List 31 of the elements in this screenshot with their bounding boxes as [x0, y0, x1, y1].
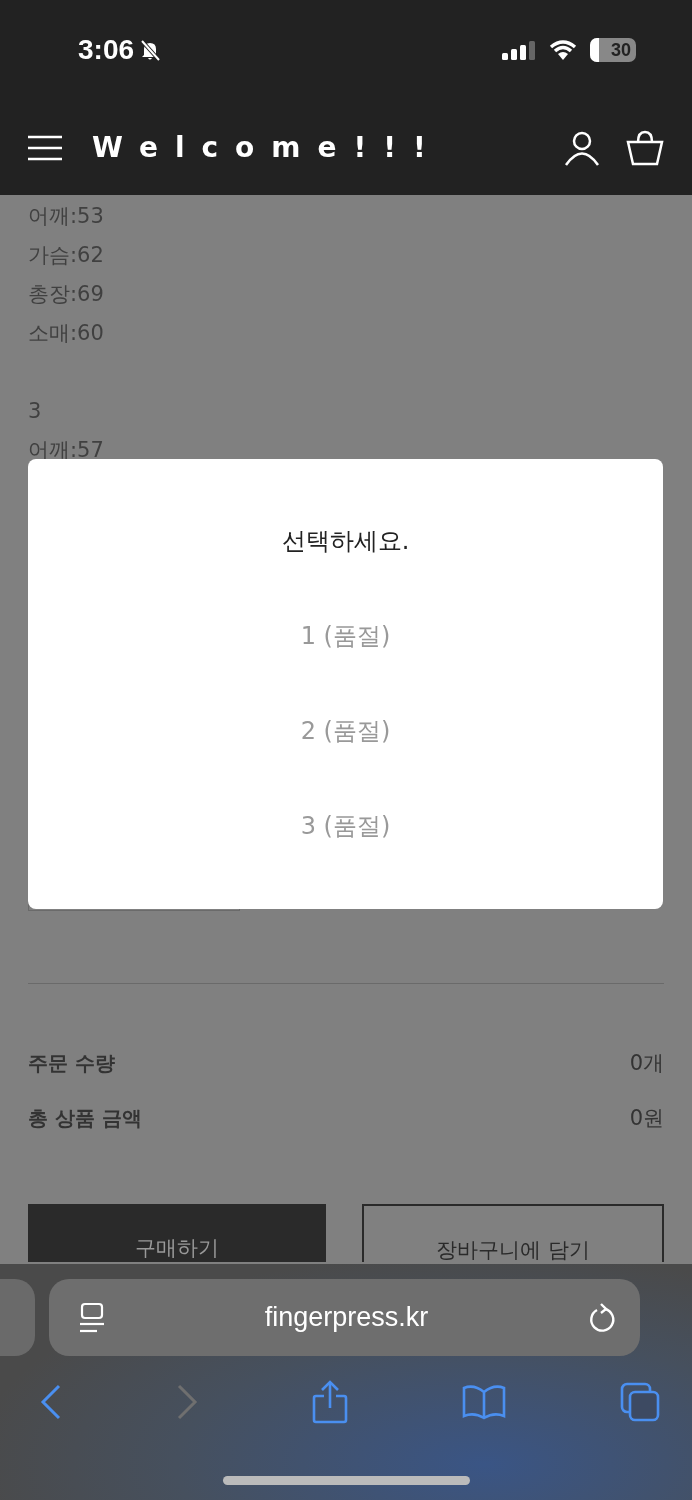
page-menu-icon[interactable] — [79, 1301, 105, 1334]
buy-button[interactable]: 구매하기 — [28, 1204, 326, 1262]
size-text: 소매:60 — [28, 320, 105, 347]
user-icon[interactable] — [564, 129, 600, 166]
size-text: 가슴:62 — [28, 242, 105, 269]
summary-value: 0개 — [629, 1050, 664, 1077]
size-text: 어깨:53 — [28, 203, 105, 230]
summary-value: 0원 — [629, 1105, 664, 1132]
battery-icon: 30 — [590, 38, 636, 62]
reload-icon[interactable] — [588, 1302, 616, 1333]
address-bar[interactable]: fingerpress.kr — [49, 1279, 640, 1356]
size-text: 3 — [28, 398, 43, 425]
tabs-icon[interactable] — [620, 1382, 660, 1422]
dialog-title: 선택하세요. — [281, 526, 410, 557]
clock-time: 3:06 — [78, 34, 135, 66]
book-icon[interactable] — [462, 1384, 506, 1420]
summary-label: 주문 수량 — [28, 1049, 115, 1077]
summary-label: 총 상품 금액 — [28, 1104, 142, 1132]
url-text: fingerpress.kr — [264, 1302, 429, 1333]
shopping-bag-icon[interactable] — [626, 129, 664, 166]
tab-pill[interactable] — [0, 1279, 35, 1356]
size-text: 어깨:57 — [28, 437, 105, 464]
size-text: 총장:69 — [28, 281, 105, 308]
add-to-cart-button[interactable]: 장바구니에 담기 — [362, 1204, 664, 1262]
muted-bell-icon — [138, 38, 163, 62]
site-logo[interactable]: Welcome!!! — [92, 131, 443, 164]
share-icon[interactable] — [312, 1380, 348, 1424]
signal-icon — [502, 40, 536, 60]
wifi-icon — [548, 39, 578, 61]
menu-icon[interactable] — [28, 134, 62, 161]
back-icon[interactable] — [40, 1384, 62, 1420]
